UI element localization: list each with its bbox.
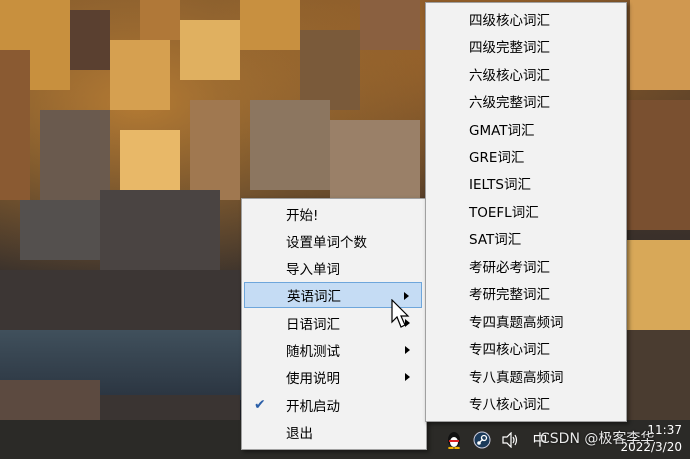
submenu-item[interactable]: 专八真题高频词 bbox=[426, 362, 624, 389]
menu-item-startup[interactable]: ✔ 开机启动 bbox=[244, 392, 422, 418]
menu-item-label: 设置单词个数 bbox=[286, 235, 367, 251]
submenu-item[interactable]: IELTS词汇 bbox=[426, 169, 624, 196]
chevron-right-icon bbox=[405, 373, 410, 381]
menu-item-label: 开始! bbox=[286, 208, 319, 224]
menu-item-instructions[interactable]: 使用说明 bbox=[244, 364, 422, 390]
menu-item-label: 退出 bbox=[286, 426, 313, 442]
submenu-item[interactable]: SAT词汇 bbox=[426, 224, 624, 251]
submenu-item[interactable]: GMAT词汇 bbox=[426, 115, 624, 142]
submenu-item[interactable]: 考研完整词汇 bbox=[426, 279, 624, 306]
steam-icon[interactable] bbox=[472, 430, 492, 450]
chevron-right-icon bbox=[405, 346, 410, 354]
submenu-item[interactable]: 专八核心词汇 bbox=[426, 389, 624, 416]
submenu-item[interactable]: 专四核心词汇 bbox=[426, 334, 624, 361]
english-vocab-submenu: 四级核心词汇 四级完整词汇 六级核心词汇 六级完整词汇 GMAT词汇 GRE词汇… bbox=[425, 2, 627, 422]
menu-item-label: 英语词汇 bbox=[287, 289, 341, 305]
submenu-item[interactable]: 六级完整词汇 bbox=[426, 87, 624, 114]
volume-icon[interactable] bbox=[500, 430, 520, 450]
menu-item-label: 使用说明 bbox=[286, 371, 340, 387]
menu-item-label: 导入单词 bbox=[286, 262, 340, 278]
submenu-item[interactable]: 四级核心词汇 bbox=[426, 5, 624, 32]
submenu-item[interactable]: 六级核心词汇 bbox=[426, 60, 624, 87]
system-tray: 中 bbox=[444, 420, 550, 459]
watermark: CSDN @极客李华 bbox=[540, 431, 655, 447]
menu-item-label: 日语词汇 bbox=[286, 317, 340, 333]
mouse-cursor-icon bbox=[391, 299, 410, 328]
submenu-item[interactable]: 专四真题高频词 bbox=[426, 307, 624, 334]
menu-item-start[interactable]: 开始! bbox=[244, 201, 422, 227]
qq-penguin-icon[interactable] bbox=[444, 430, 464, 450]
menu-item-random-test[interactable]: 随机测试 bbox=[244, 337, 422, 363]
submenu-item[interactable]: GRE词汇 bbox=[426, 142, 624, 169]
check-icon: ✔ bbox=[254, 397, 266, 413]
menu-item-label: 随机测试 bbox=[286, 344, 340, 360]
menu-item-label: 开机启动 bbox=[286, 399, 340, 415]
menu-item-set-word-count[interactable]: 设置单词个数 bbox=[244, 228, 422, 254]
menu-item-import-words[interactable]: 导入单词 bbox=[244, 255, 422, 281]
submenu-item[interactable]: 考研必考词汇 bbox=[426, 252, 624, 279]
submenu-item[interactable]: 四级完整词汇 bbox=[426, 32, 624, 59]
menu-item-exit[interactable]: 退出 bbox=[244, 419, 422, 445]
submenu-item[interactable]: TOEFL词汇 bbox=[426, 197, 624, 224]
